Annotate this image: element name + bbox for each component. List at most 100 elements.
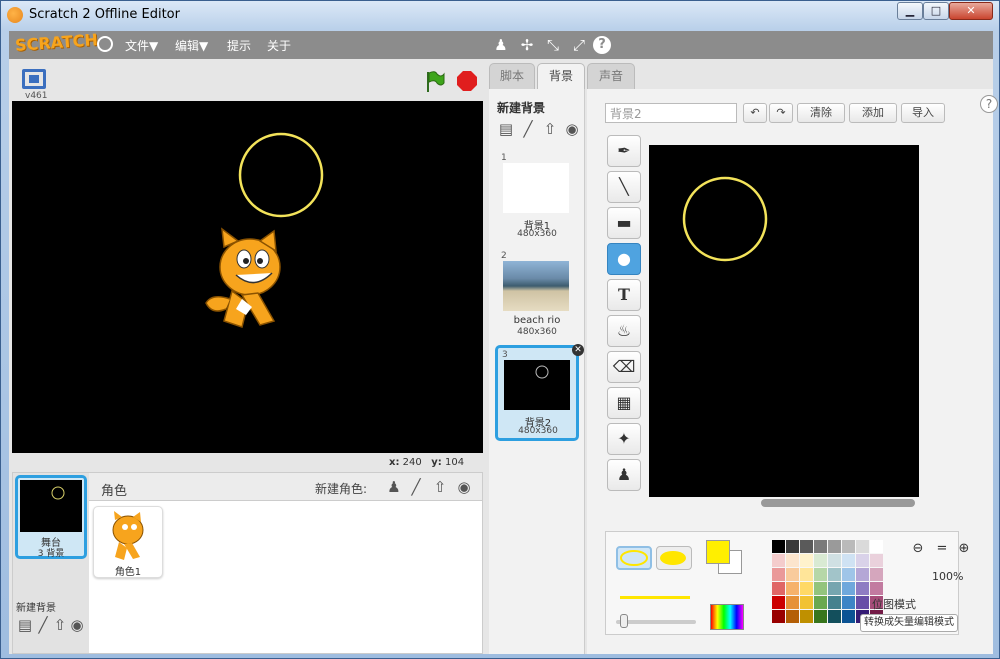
select-tool-icon[interactable]: ▦ [607, 387, 641, 419]
color-spectrum-picker[interactable] [710, 604, 744, 630]
tab-scripts[interactable]: 脚本 [489, 63, 535, 89]
menu-edit[interactable]: 编辑▼ [175, 37, 208, 54]
stage-thumbnail[interactable]: 舞台 3 背景 [15, 475, 87, 559]
solid-fill-option[interactable] [656, 546, 692, 570]
paint-help-icon[interactable]: ? [980, 95, 998, 113]
green-flag-icon[interactable] [425, 71, 445, 93]
backdrop-name-input[interactable] [605, 103, 737, 123]
backdrop-item-3[interactable]: 3 背景2 480x360 ✕ [495, 344, 584, 441]
grow-icon[interactable]: ⤡ [543, 35, 563, 55]
backdrop-image-black [504, 360, 570, 410]
sprite-cat-thumbnail [112, 511, 144, 560]
tab-sounds[interactable]: 声音 [587, 63, 635, 89]
bitmap-mode-label: 位图模式 [872, 598, 916, 611]
redo-icon[interactable]: ↷ [769, 103, 793, 123]
ellipse-tool-icon[interactable]: ● [607, 243, 641, 275]
line-width-slider[interactable] [616, 620, 696, 624]
paint-sprite-icon[interactable]: ╱ [407, 479, 425, 495]
color-palette-area: ⊖ = ⊕ 100% 位图模式 转换成矢量编辑模式 [605, 531, 969, 635]
stage-canvas[interactable] [12, 101, 483, 453]
maximize-button[interactable]: □ [923, 2, 949, 20]
shrink-icon[interactable]: ⤢ [569, 35, 589, 55]
clear-button[interactable]: 清除 [797, 103, 845, 123]
menu-bar: SCRATCH 文件▼ 编辑▼ 提示 关于 ♟ ✢ ⤡ ⤢ ? [9, 30, 993, 59]
backdrop-size: 480x360 [518, 426, 558, 436]
stage-backdrop-count: 3 背景 [37, 549, 65, 559]
sprite-header: 角色 新建角色: ♟ ╱ ⇧ ◉ [89, 473, 482, 501]
outline-ellipse-icon [620, 550, 648, 566]
rectangle-tool-icon[interactable]: ▬ [607, 207, 641, 239]
sprite-name: 角色1 [114, 567, 142, 578]
window-title: Scratch 2 Offline Editor [29, 7, 180, 22]
coord-x-label: x: [389, 457, 400, 468]
menu-about[interactable]: 关于 [267, 37, 291, 54]
new-backdrop-title: 新建背景 [497, 101, 546, 115]
paint-new-backdrop-icon[interactable]: ╱ [519, 121, 537, 137]
editor-window: Scratch 2 Offline Editor ▁ □ ✕ SCRATCH 文… [0, 0, 1000, 659]
mouse-coordinates: x: 240 y: 104 [389, 457, 464, 468]
undo-icon[interactable]: ↶ [743, 103, 767, 123]
primary-color-swatch[interactable] [706, 540, 730, 564]
delete-backdrop-icon[interactable]: ✕ [572, 344, 584, 356]
camera-sprite-icon[interactable]: ◉ [455, 479, 473, 495]
upload-new-backdrop-icon[interactable]: ⇧ [541, 121, 559, 137]
sprite-thumbnail[interactable]: 角色1 [93, 506, 163, 578]
text-tool-icon[interactable]: T [607, 279, 641, 311]
scratch-logo[interactable]: SCRATCH [14, 30, 98, 55]
backdrop-circle-drawing [535, 365, 549, 379]
import-button[interactable]: 导入 [901, 103, 945, 123]
language-globe-icon[interactable] [97, 36, 113, 52]
menu-file[interactable]: 文件▼ [125, 37, 158, 54]
canvas-horizontal-scrollbar[interactable] [761, 499, 915, 507]
upload-backdrop-icon[interactable]: ⇧ [51, 617, 69, 633]
stop-sign-icon[interactable] [457, 71, 477, 91]
zoom-in-icon[interactable]: ⊕ [956, 540, 972, 558]
line-width-slider-knob[interactable] [620, 614, 628, 628]
backdrop-item-2[interactable]: 2 beach rio 480x360 [497, 249, 577, 341]
magic-wand-tool-icon[interactable]: ✦ [607, 423, 641, 455]
delete-scissors-icon[interactable]: ✢ [517, 35, 537, 55]
camera-backdrop-icon[interactable]: ◉ [68, 617, 86, 633]
add-button[interactable]: 添加 [849, 103, 897, 123]
camera-new-backdrop-icon[interactable]: ◉ [563, 121, 581, 137]
brush-tool-icon[interactable]: ✒ [607, 135, 641, 167]
convert-to-vector-button[interactable]: 转换成矢量编辑模式 [860, 614, 958, 632]
zoom-reset-icon[interactable]: = [932, 540, 952, 558]
sprite-library-icon[interactable]: ♟ [385, 479, 403, 495]
stage-column: 舞台 3 背景 新建背景 ▤ ╱ ⇧ ◉ [13, 473, 89, 653]
backdrop-library-icon[interactable]: ▤ [16, 617, 34, 633]
solid-ellipse-icon [660, 551, 686, 565]
backdrop-image-beach [503, 261, 569, 311]
backdrop-number: 3 [502, 350, 508, 360]
duplicate-stamp-icon[interactable]: ♟ [491, 35, 511, 55]
zoom-out-icon[interactable]: ⊖ [908, 540, 928, 558]
coord-y-label: y: [431, 457, 442, 468]
scratch-app-icon [7, 7, 23, 23]
title-bar[interactable]: Scratch 2 Offline Editor ▁ □ ✕ [1, 1, 999, 29]
close-button[interactable]: ✕ [949, 2, 993, 20]
eraser-tool-icon[interactable]: ⌫ [607, 351, 641, 383]
minimize-button[interactable]: ▁ [897, 2, 923, 20]
paint-canvas[interactable] [649, 145, 919, 497]
coord-x-value: 240 [402, 457, 422, 468]
sprites-title: 角色 [101, 484, 128, 499]
editor-client-area: v461 x: 240 y: 104 舞台 3 背景 新建背景 ▤ ╱ ⇧ ◉ … [9, 59, 998, 654]
tab-backdrops[interactable]: 背景 [537, 63, 585, 91]
outline-fill-option[interactable] [616, 546, 652, 570]
backdrop-image-white [503, 163, 569, 213]
stamp-tool-icon[interactable]: ♟ [607, 459, 641, 491]
backdrop-item-1[interactable]: 1 背景1 480x360 [497, 151, 577, 243]
menu-tips[interactable]: 提示 [227, 37, 251, 54]
line-tool-icon[interactable]: ╲ [607, 171, 641, 203]
paint-backdrop-icon[interactable]: ╱ [34, 617, 52, 633]
canvas-yellow-circle [682, 176, 768, 262]
backdrop-size: 480x360 [517, 229, 557, 239]
block-help-icon[interactable]: ? [593, 36, 611, 54]
coord-y-value: 104 [445, 457, 465, 468]
upload-sprite-icon[interactable]: ⇧ [431, 479, 449, 495]
fill-bucket-tool-icon[interactable]: ♨ [607, 315, 641, 347]
version-label: v461 [25, 91, 48, 101]
stage-thumbnail-image [20, 480, 82, 532]
choose-backdrop-icon[interactable]: ▤ [497, 121, 515, 137]
fullscreen-icon[interactable] [22, 69, 46, 89]
